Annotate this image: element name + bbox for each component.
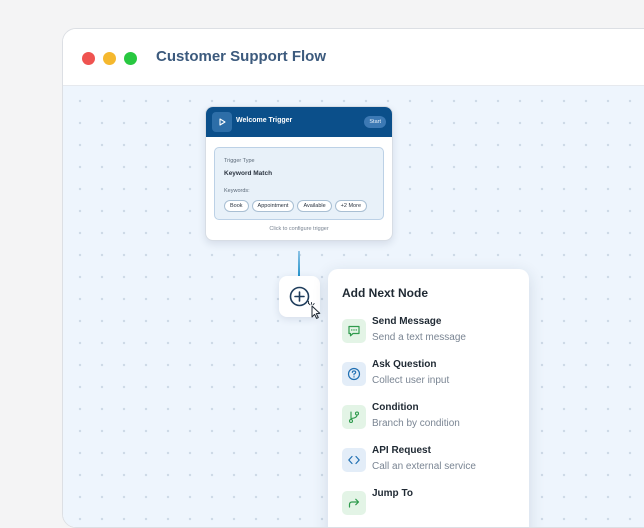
menu-item-label: Jump To [372,488,413,499]
trigger-node[interactable]: Welcome Trigger Start Trigger Type Keywo… [205,106,393,241]
menu-item-description: Send a text message [372,332,466,343]
trigger-node-title: Welcome Trigger [236,117,293,124]
configure-trigger-hint: Click to configure trigger [269,226,329,232]
menu-item-label: Condition [372,402,419,413]
trigger-type-label: Trigger Type [224,158,255,164]
menu-item-send-message[interactable]: Send Message Send a text message [342,316,522,350]
menu-item-description: Call an external service [372,461,476,472]
close-window-button[interactable] [82,52,95,65]
question-icon [342,362,366,386]
menu-title: Add Next Node [342,286,429,300]
start-badge: Start [364,116,386,128]
node-connector [298,251,300,278]
menu-item-description: Collect user input [372,375,450,386]
branch-icon [342,405,366,429]
maximize-window-button[interactable] [124,52,137,65]
trigger-config-card[interactable]: Trigger Type Keyword Match Keywords: Boo… [214,147,384,220]
play-icon [212,112,232,132]
window-title: Customer Support Flow [156,48,326,65]
menu-item-label: API Request [372,445,431,456]
trigger-node-header: Welcome Trigger Start [206,107,392,137]
more-keywords-chip[interactable]: +2 More [334,200,368,212]
jump-arrow-icon [342,491,366,515]
keyword-chip: Appointment [251,200,295,212]
menu-item-jump-to[interactable]: Jump To [342,488,522,522]
message-icon [342,319,366,343]
code-icon [342,448,366,472]
menu-item-api-request[interactable]: API Request Call an external service [342,445,522,479]
menu-item-ask-question[interactable]: Ask Question Collect user input [342,359,522,393]
trigger-type-value: Keyword Match [224,170,273,177]
add-next-node-menu: Add Next Node Send Message Send a text m… [328,269,529,527]
keyword-chip: Book [224,200,249,212]
flow-canvas[interactable]: Welcome Trigger Start Trigger Type Keywo… [63,86,644,527]
pointer-cursor-icon [308,301,321,319]
menu-item-description: Branch by condition [372,418,460,429]
menu-item-label: Ask Question [372,359,437,370]
keywords-label: Keywords: [224,188,250,194]
keyword-chip: Available [297,200,332,212]
app-window: Customer Support Flow Welcome Trigger St… [62,28,644,528]
minimize-window-button[interactable] [103,52,116,65]
title-bar: Customer Support Flow [63,29,644,86]
menu-item-label: Send Message [372,316,442,327]
menu-item-condition[interactable]: Condition Branch by condition [342,402,522,436]
keyword-chips: Book Appointment Available +2 More [224,200,368,212]
